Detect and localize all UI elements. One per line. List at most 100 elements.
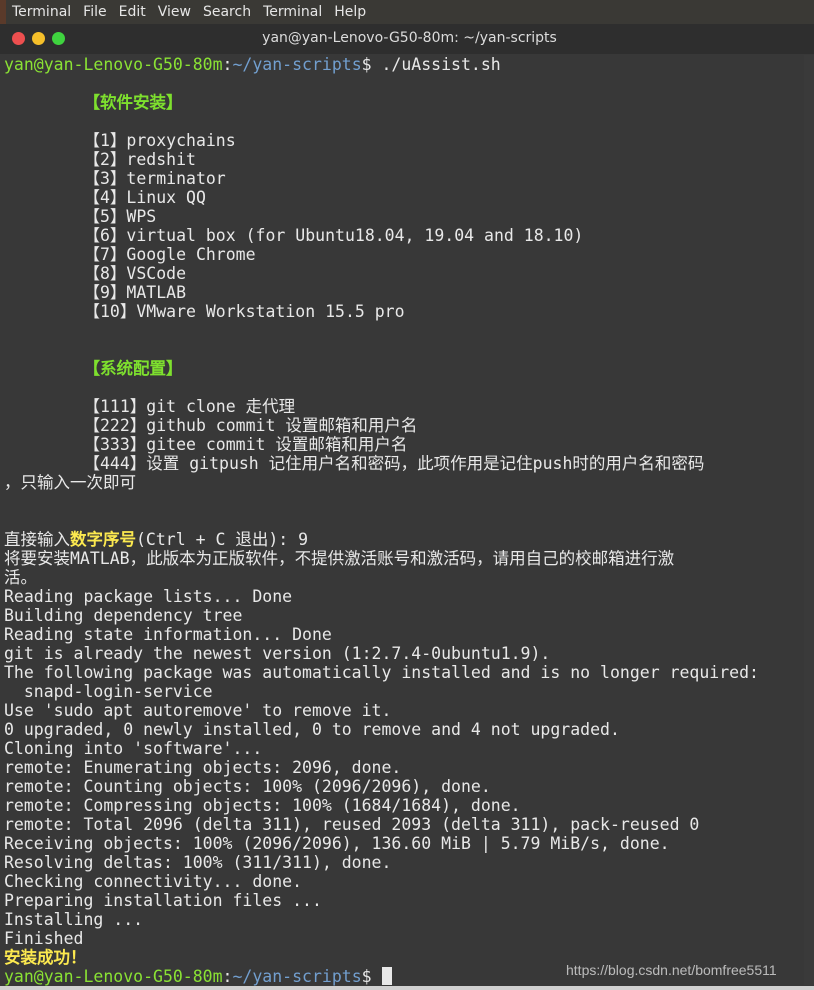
terminal-line: The following package was automatically … — [4, 663, 804, 682]
terminal-text: 【7】Google Chrome — [4, 245, 256, 264]
terminal-line: 【9】MATLAB — [4, 283, 804, 302]
terminal-line: 【111】git clone 走代理 — [4, 397, 804, 416]
terminal-text: 【5】WPS — [4, 207, 157, 226]
terminal-text: 【111】git clone 走代理 — [4, 397, 296, 416]
cursor — [381, 967, 392, 985]
terminal-line: Preparing installation files ... — [4, 891, 804, 910]
terminal-text: remote: Enumerating objects: 2096, done. — [4, 758, 402, 777]
terminal-text: Receiving objects: 100% (2096/2096), 136… — [4, 834, 670, 853]
terminal-line: Use 'sudo apt autoremove' to remove it. — [4, 701, 804, 720]
terminal-line: 【333】gitee commit 设置邮箱和用户名 — [4, 435, 804, 454]
watermark: https://blog.csdn.net/bomfree5511 — [566, 962, 777, 978]
terminal-line: Finished — [4, 929, 804, 948]
terminal-text: 【444】设置 gitpush 记住用户名和密码，此项作用是记住push时的用户… — [4, 454, 705, 473]
terminal-line: remote: Enumerating objects: 2096, done. — [4, 758, 804, 777]
menu-search[interactable]: Search — [203, 4, 251, 20]
terminal-line: 【1】proxychains — [4, 131, 804, 150]
menu-terminal[interactable]: Terminal — [263, 4, 322, 20]
terminal-text: 【333】gitee commit 设置邮箱和用户名 — [4, 435, 408, 454]
window-titlebar: yan@yan-Lenovo-G50-80m: ~/yan-scripts — [0, 24, 814, 54]
menu-help[interactable]: Help — [334, 4, 366, 20]
terminal-text: 【222】github commit 设置邮箱和用户名 — [4, 416, 418, 435]
terminal-text: $ — [361, 967, 372, 986]
desktop-edge — [0, 0, 6, 24]
terminal-line: Reading state information... Done — [4, 625, 804, 644]
terminal-line: 【8】VSCode — [4, 264, 804, 283]
terminal-line: 【2】redshit — [4, 150, 804, 169]
terminal-text: Use 'sudo apt autoremove' to remove it. — [4, 701, 392, 720]
terminal-line: 0 upgraded, 0 newly installed, 0 to remo… — [4, 720, 804, 739]
window-bottom-edge — [0, 986, 814, 990]
terminal-text: Building dependency tree — [4, 606, 243, 625]
terminal-line: ，只输入一次即可 — [4, 473, 804, 492]
terminal-text: 直接输入 — [4, 530, 70, 549]
terminal-line: 【10】VMware Workstation 15.5 pro — [4, 302, 804, 321]
terminal-line: git is already the newest version (1:2.7… — [4, 644, 804, 663]
menu-app-terminal[interactable]: Terminal — [12, 4, 71, 20]
terminal-text: snapd-login-service — [4, 682, 213, 701]
terminal-text: 安装成功！ — [4, 948, 87, 967]
terminal-line: 【软件安装】 — [4, 93, 804, 112]
terminal-text: 将要安装MATLAB，此版本为正版软件，不提供激活账号和激活码，请用自己的校邮箱… — [4, 549, 675, 568]
terminal-text: 【9】MATLAB — [4, 283, 187, 302]
terminal-text: : — [222, 55, 233, 74]
terminal-line: remote: Compressing objects: 100% (1684/… — [4, 796, 804, 815]
terminal-text: Installing ... — [4, 910, 144, 929]
terminal-text: 【2】redshit — [4, 150, 196, 169]
terminal-line: yan@yan-Lenovo-G50-80m:~/yan-scripts$ ./… — [4, 55, 804, 74]
terminal-text: Cloning into 'software'... — [4, 739, 263, 758]
terminal-line: remote: Total 2096 (delta 311), reused 2… — [4, 815, 804, 834]
terminal-text: 数字序号 — [70, 530, 136, 549]
prompt-path: ~/yan-scripts — [232, 967, 362, 986]
terminal-text: ，只输入一次即可 — [4, 473, 136, 492]
window-title: yan@yan-Lenovo-G50-80m: ~/yan-scripts — [262, 30, 557, 46]
terminal-text: remote: Compressing objects: 100% (1684/… — [4, 796, 521, 815]
terminal-line: 活。 — [4, 568, 804, 587]
menu-file[interactable]: File — [83, 4, 106, 20]
menu-edit[interactable]: Edit — [119, 4, 146, 20]
terminal-text: 【3】terminator — [4, 169, 226, 188]
terminal-text: Reading package lists... Done — [4, 587, 293, 606]
terminal-line: 【444】设置 gitpush 记住用户名和密码，此项作用是记住push时的用户… — [4, 454, 804, 473]
menu-bar: Terminal File Edit View Search Terminal … — [0, 0, 814, 24]
terminal-text: 【8】VSCode — [4, 264, 187, 283]
terminal-text: 【4】Linux QQ — [4, 188, 206, 207]
terminal-line: snapd-login-service — [4, 682, 804, 701]
terminal-line: 将要安装MATLAB，此版本为正版软件，不提供激活账号和激活码，请用自己的校邮箱… — [4, 549, 804, 568]
terminal-text: 【10】VMware Workstation 15.5 pro — [4, 302, 405, 321]
menu-view[interactable]: View — [158, 4, 191, 20]
terminal-text: 【6】virtual box (for Ubuntu18.04, 19.04 a… — [4, 226, 584, 245]
terminal-text: Reading state information... Done — [4, 625, 332, 644]
terminal-line: 【4】Linux QQ — [4, 188, 804, 207]
terminal-line: 【5】WPS — [4, 207, 804, 226]
terminal-line: 【6】virtual box (for Ubuntu18.04, 19.04 a… — [4, 226, 804, 245]
terminal-text: : — [222, 967, 233, 986]
terminal-text: 【系统配置】 — [83, 359, 183, 378]
scrollbar[interactable] — [804, 55, 814, 985]
terminal-text: Checking connectivity... done. — [4, 872, 303, 891]
prompt-path: ~/yan-scripts — [232, 55, 362, 74]
terminal-line: Receiving objects: 100% (2096/2096), 136… — [4, 834, 804, 853]
terminal-text: 0 upgraded, 0 newly installed, 0 to remo… — [4, 720, 620, 739]
terminal-text: $ ./uAssist.sh — [361, 55, 501, 74]
terminal-line: Installing ... — [4, 910, 804, 929]
terminal-output[interactable]: yan@yan-Lenovo-G50-80m:~/yan-scripts$ ./… — [4, 55, 804, 986]
terminal-line: Resolving deltas: 100% (311/311), done. — [4, 853, 804, 872]
terminal-text: The following package was automatically … — [4, 663, 759, 682]
terminal-text: 【软件安装】 — [83, 93, 183, 112]
terminal-text: (Ctrl + C 退出): 9 — [136, 530, 309, 549]
terminal-text: 【1】proxychains — [4, 131, 236, 150]
terminal-line: 【3】terminator — [4, 169, 804, 188]
terminal-line: 【系统配置】 — [4, 359, 804, 378]
terminal-line: Reading package lists... Done — [4, 587, 804, 606]
terminal-text: remote: Counting objects: 100% (2096/209… — [4, 777, 491, 796]
terminal-line: Building dependency tree — [4, 606, 804, 625]
